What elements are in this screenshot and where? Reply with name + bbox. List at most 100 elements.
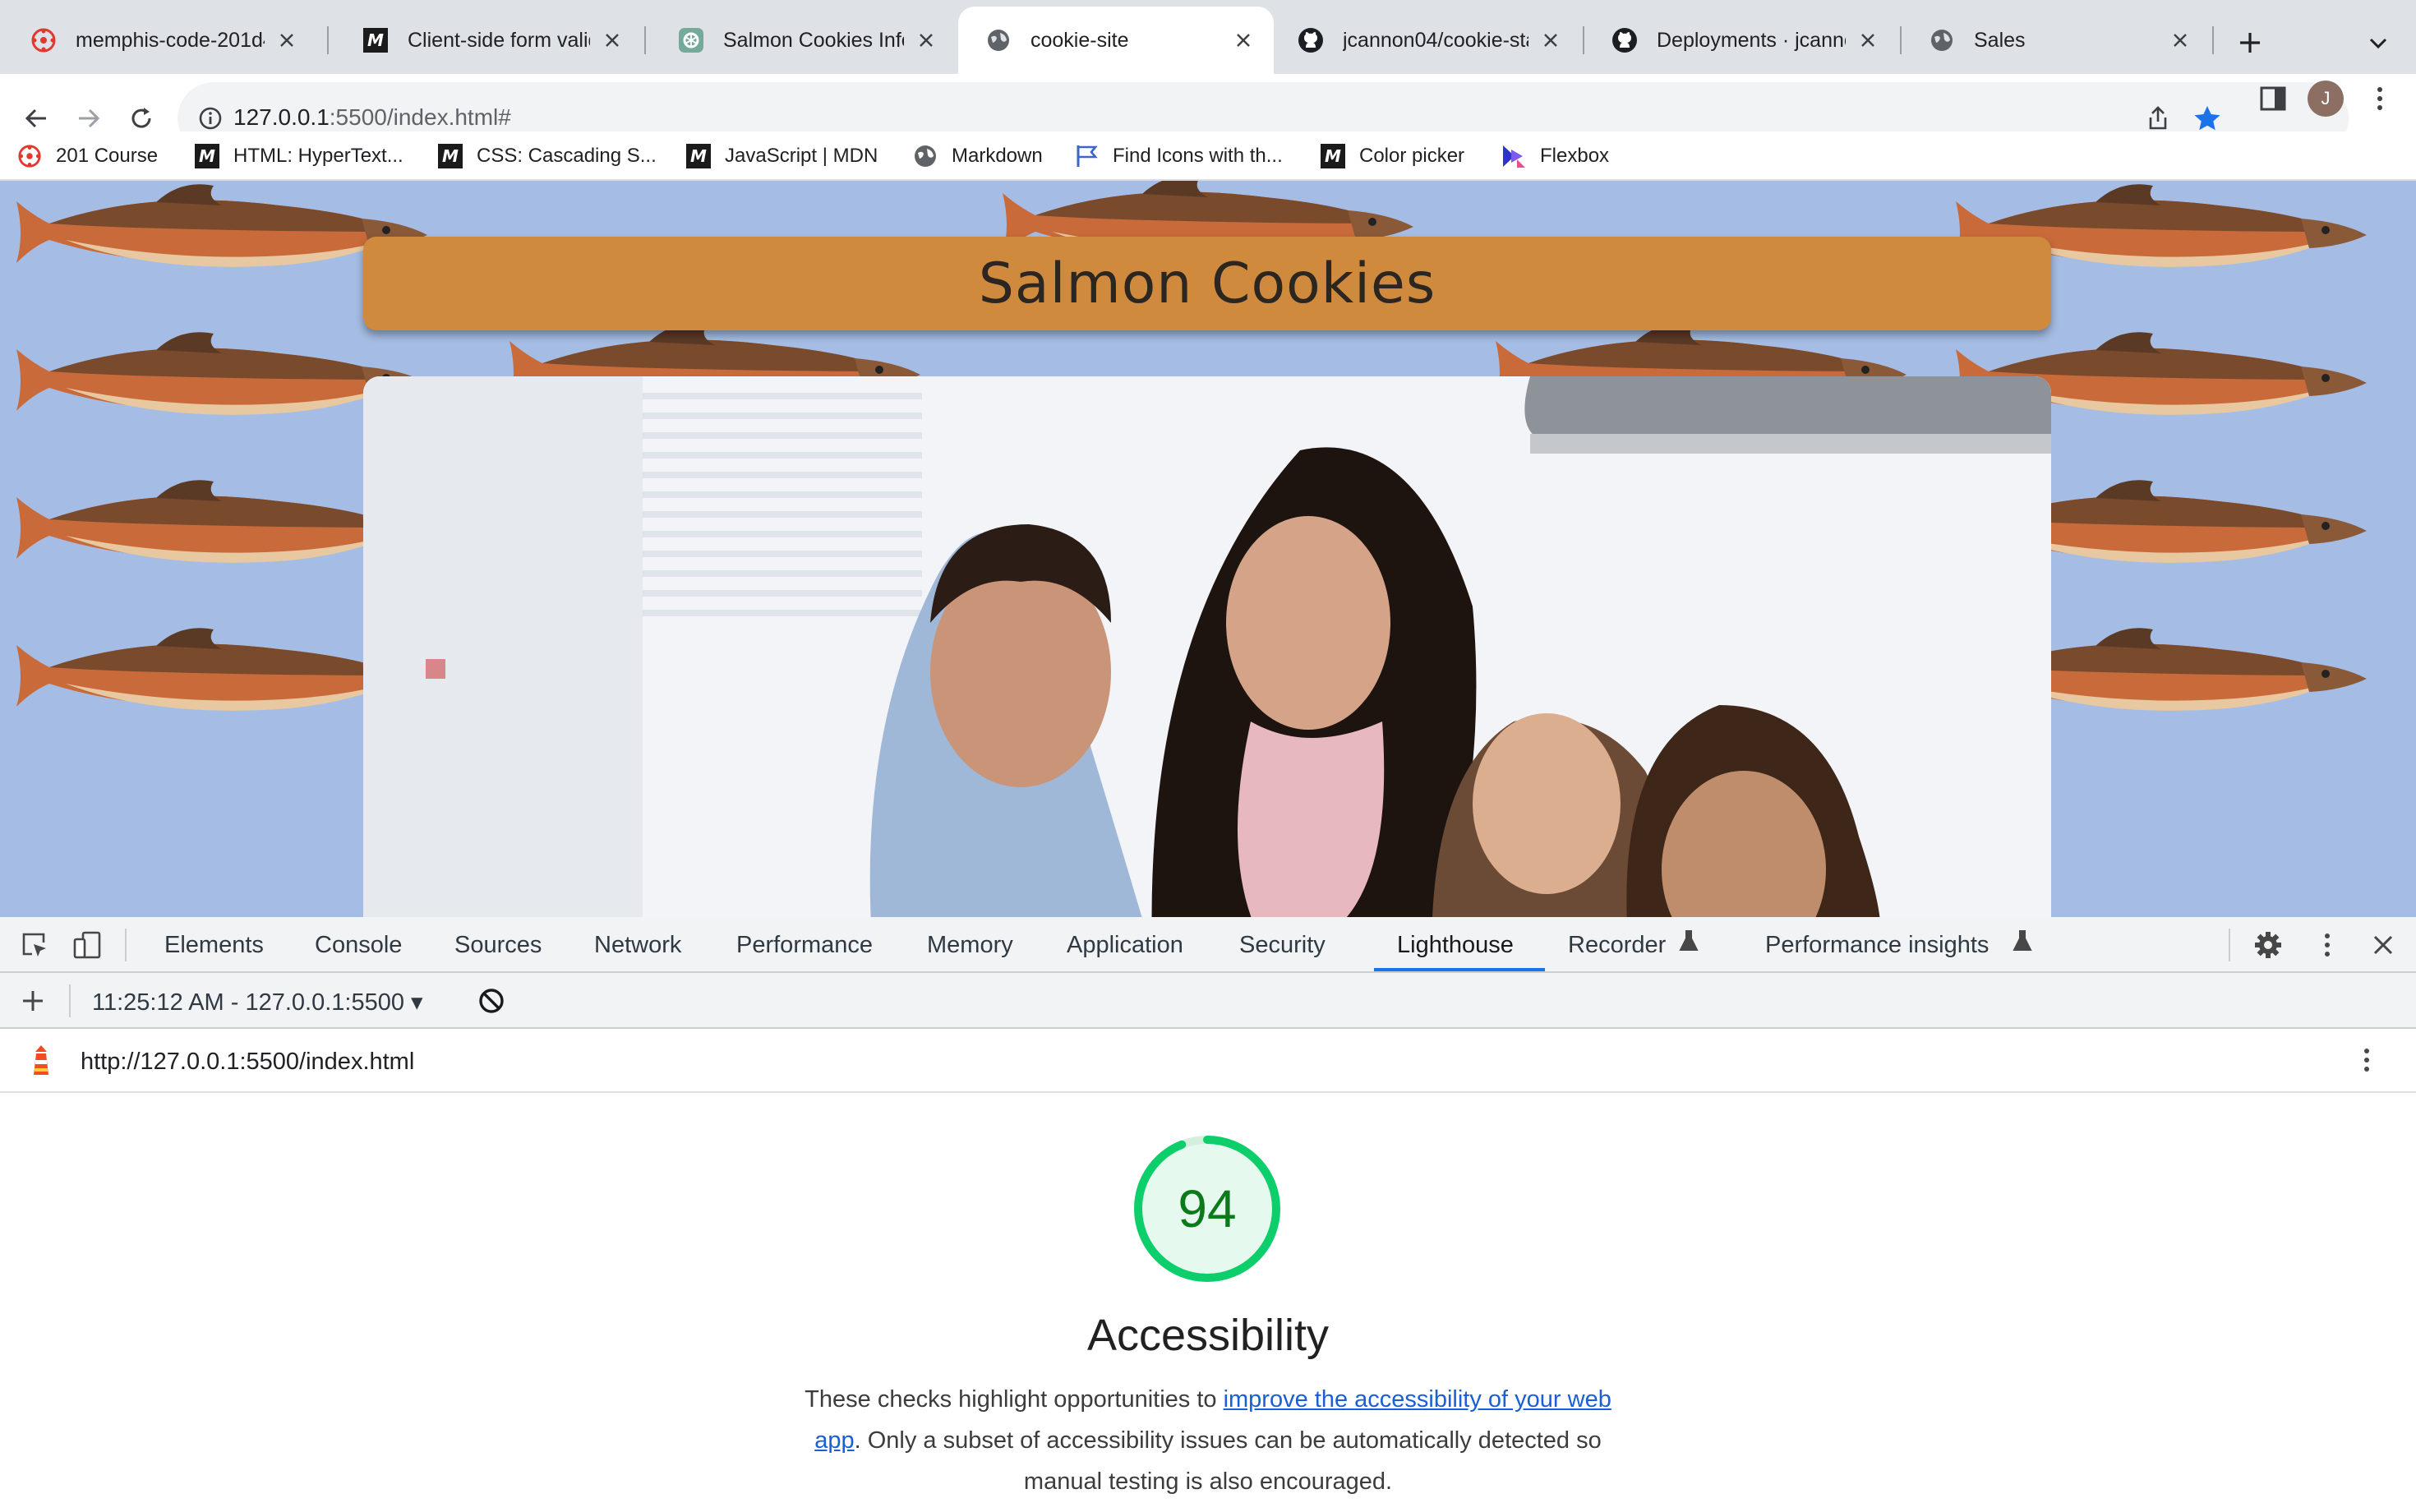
tab-cookie-stand-repo[interactable]: jcannon04/cookie-stand bbox=[1270, 7, 1581, 74]
report-url[interactable]: http://127.0.0.1:5500/index.html bbox=[81, 1049, 414, 1076]
tab-application[interactable]: Application bbox=[1067, 932, 1183, 959]
url-host: 127.0.0.1 bbox=[233, 104, 330, 130]
description-text: . Only a subset of accessibility issues … bbox=[854, 1427, 1602, 1495]
tab-form-validation[interactable]: M Client-side form validation bbox=[335, 7, 643, 74]
close-tab-icon[interactable] bbox=[1229, 26, 1257, 54]
clear-reports-icon[interactable] bbox=[475, 984, 508, 1017]
bookmark-label: CSS: Cascading S... bbox=[477, 145, 657, 167]
family-photo bbox=[363, 376, 2051, 917]
lighthouse-logo-icon bbox=[25, 1044, 58, 1076]
url-path: :5500/index.html# bbox=[329, 104, 511, 130]
category-title: Accessibility bbox=[1086, 1311, 1330, 1360]
bookmark-label: Find Icons with th... bbox=[1113, 145, 1283, 167]
close-tab-icon[interactable] bbox=[598, 26, 626, 54]
tab-sources[interactable]: Sources bbox=[454, 932, 542, 959]
side-panel-button[interactable] bbox=[2250, 76, 2296, 122]
url-text[interactable]: 127.0.0.1:5500/index.html# bbox=[233, 104, 511, 131]
bookmark-label: 201 Course bbox=[56, 145, 159, 167]
site-header: Salmon Cookies bbox=[363, 237, 2051, 330]
close-devtools-icon[interactable] bbox=[2367, 929, 2400, 961]
flag-icon bbox=[1073, 143, 1100, 169]
tab-title: cookie-site bbox=[1030, 28, 1129, 52]
tab-sales[interactable]: Sales bbox=[1902, 7, 2211, 74]
bookmark-markdown[interactable]: Markdown bbox=[912, 140, 1043, 173]
close-tab-icon[interactable] bbox=[1537, 26, 1565, 54]
tab-separator bbox=[2212, 26, 2214, 54]
tab-title: memphis-code-201d44 bbox=[76, 28, 265, 52]
bookmark-find-icons[interactable]: Find Icons with th... bbox=[1073, 140, 1283, 173]
page-viewport: Salmon Cookies bbox=[0, 181, 2416, 917]
devtools-tabbar: Elements Console Sources Network Perform… bbox=[0, 917, 2416, 973]
bookmark-label: JavaScript | MDN bbox=[725, 145, 878, 167]
github-icon bbox=[1297, 26, 1325, 54]
bookmark-html[interactable]: M HTML: HyperText... bbox=[194, 140, 403, 173]
toolbar-divider bbox=[69, 984, 71, 1017]
bookmark-flexbox[interactable]: Flexbox bbox=[1501, 140, 1609, 173]
lighthouse-report: 94 Accessibility These checks highlight … bbox=[0, 1093, 2416, 1512]
mdn-icon: M bbox=[685, 143, 712, 169]
close-tab-icon[interactable] bbox=[912, 26, 940, 54]
tab-lighthouse[interactable]: Lighthouse bbox=[1397, 932, 1514, 959]
tab-title: Deployments · jcannon04 bbox=[1657, 28, 1846, 52]
report-select[interactable]: 11:25:12 AM - 127.0.0.1:5500 ▾ bbox=[92, 988, 423, 1016]
tab-security[interactable]: Security bbox=[1239, 932, 1326, 959]
tab-recorder[interactable]: Recorder bbox=[1568, 932, 1666, 959]
device-toolbar-icon[interactable] bbox=[71, 929, 104, 961]
chrome-menu-button[interactable] bbox=[2360, 79, 2400, 118]
category-description: These checks highlight opportunities to … bbox=[797, 1379, 1619, 1502]
back-arrow-icon bbox=[25, 108, 46, 128]
canvas-icon bbox=[30, 26, 58, 54]
close-tab-icon[interactable] bbox=[273, 26, 301, 54]
tab-title: Sales bbox=[1974, 28, 2026, 52]
tab-deployments[interactable]: Deployments · jcannon04 bbox=[1584, 7, 1898, 74]
experiment-flask-icon bbox=[1675, 927, 1703, 955]
tab-memphis-code[interactable]: memphis-code-201d44 bbox=[3, 7, 317, 74]
tab-network[interactable]: Network bbox=[594, 932, 681, 959]
new-report-plus-icon[interactable] bbox=[16, 984, 49, 1017]
tab-cookie-site[interactable]: cookie-site bbox=[958, 7, 1274, 74]
description-text: These checks highlight opportunities to bbox=[805, 1386, 1224, 1413]
toolbar-divider bbox=[2229, 929, 2230, 961]
experiment-flask-icon bbox=[2008, 927, 2036, 955]
tab-search-button[interactable] bbox=[2360, 25, 2396, 61]
tab-strip: memphis-code-201d44 M Client-side form v… bbox=[0, 0, 2416, 81]
site-info-icon[interactable] bbox=[194, 102, 227, 135]
plus-icon bbox=[2240, 33, 2260, 53]
tab-performance-insights[interactable]: Performance insights bbox=[1765, 932, 1989, 959]
tab-title: Client-side form validation bbox=[408, 28, 590, 52]
settings-gear-icon[interactable] bbox=[2252, 929, 2285, 961]
tab-separator bbox=[644, 26, 646, 54]
tab-console[interactable]: Console bbox=[315, 932, 402, 959]
new-tab-button[interactable] bbox=[2230, 23, 2270, 62]
reload-icon bbox=[131, 108, 151, 128]
mdn-icon: M bbox=[437, 143, 463, 169]
mdn-icon: M bbox=[1320, 143, 1346, 169]
active-tab-indicator bbox=[1374, 968, 1545, 971]
avatar[interactable]: J bbox=[2308, 81, 2344, 117]
tab-title: jcannon04/cookie-stand bbox=[1343, 28, 1528, 52]
lighthouse-toolbar: 11:25:12 AM - 127.0.0.1:5500 ▾ bbox=[0, 973, 2416, 1029]
bookmark-label: Markdown bbox=[952, 145, 1043, 167]
tab-title: Salmon Cookies Information bbox=[723, 28, 904, 52]
bookmark-201-course[interactable]: 201 Course bbox=[16, 140, 158, 173]
bookmark-javascript[interactable]: M JavaScript | MDN bbox=[685, 140, 878, 173]
bookmark-color-picker[interactable]: M Color picker bbox=[1320, 140, 1464, 173]
hero-image bbox=[363, 376, 2051, 917]
close-tab-icon[interactable] bbox=[1854, 26, 1882, 54]
tab-elements[interactable]: Elements bbox=[164, 932, 264, 959]
bookmark-label: Color picker bbox=[1359, 145, 1465, 167]
chevron-down-icon bbox=[2369, 38, 2387, 49]
globe-icon bbox=[912, 143, 938, 169]
report-menu-icon[interactable] bbox=[2350, 1044, 2383, 1076]
tab-salmon-info[interactable]: Salmon Cookies Information bbox=[651, 7, 957, 74]
tab-performance[interactable]: Performance bbox=[736, 932, 873, 959]
score-value: 94 bbox=[1178, 1179, 1237, 1238]
bookmark-label: Flexbox bbox=[1540, 145, 1610, 167]
bookmark-css[interactable]: M CSS: Cascading S... bbox=[437, 140, 657, 173]
flexbox-icon bbox=[1501, 143, 1527, 169]
github-icon bbox=[1611, 26, 1639, 54]
devtools-more-icon[interactable] bbox=[2311, 929, 2344, 961]
inspect-element-icon[interactable] bbox=[18, 929, 51, 961]
tab-memory[interactable]: Memory bbox=[927, 932, 1013, 959]
close-tab-icon[interactable] bbox=[2166, 26, 2194, 54]
